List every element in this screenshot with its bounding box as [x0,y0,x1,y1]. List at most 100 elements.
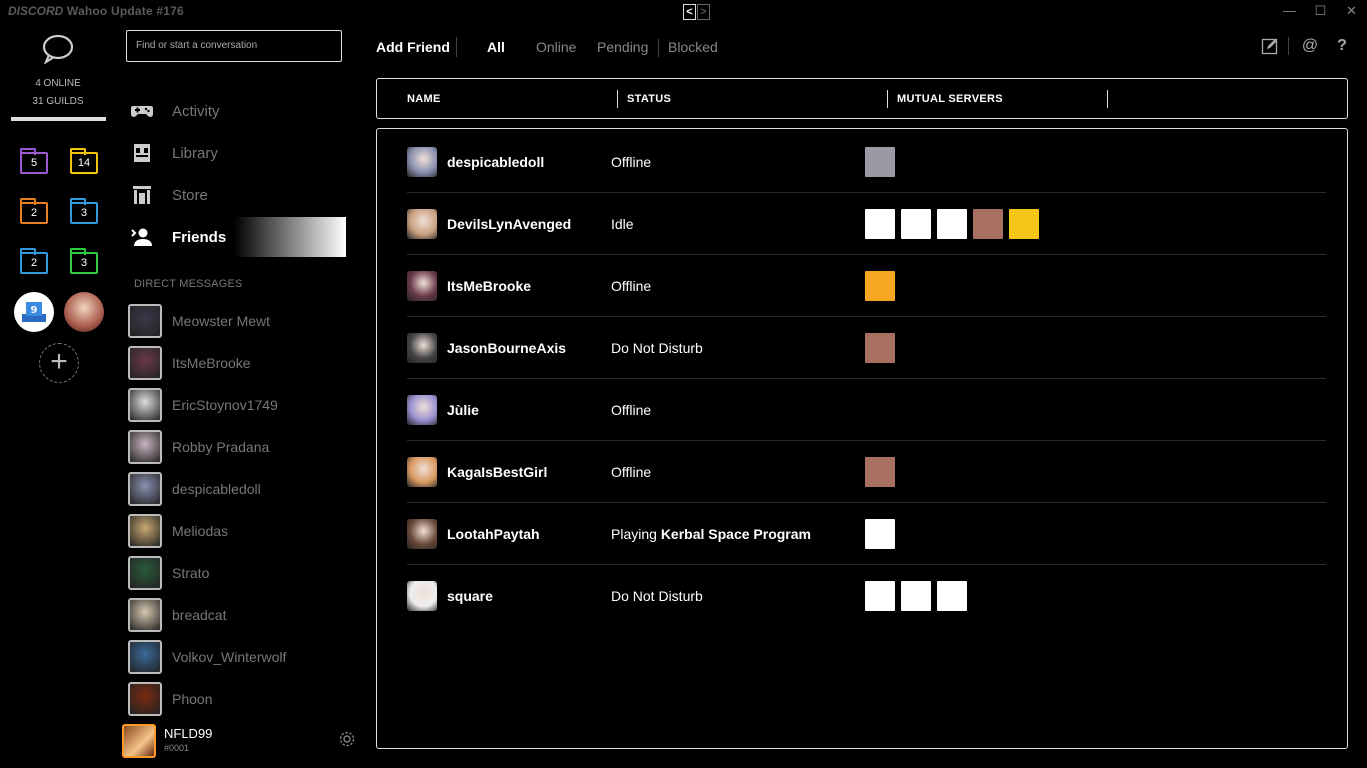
username: NFLD99 [164,726,213,741]
friend-row[interactable]: KagaIsBestGirl Offline [407,441,1326,503]
friend-row[interactable]: DevilsLynAvenged Idle [407,193,1326,255]
friends-table-header: NAME STATUS MUTUAL SERVERS [376,78,1348,119]
mutual-server-icon[interactable] [865,519,895,549]
nav-friends[interactable]: Friends [130,217,346,257]
mutual-server-icon[interactable] [937,209,967,239]
mutual-server-icon[interactable] [865,209,895,239]
friend-row[interactable]: LootahPaytah Playing Kerbal Space Program [407,503,1326,565]
user-avatar[interactable] [122,724,156,758]
friend-avatar [407,147,437,177]
friend-avatar [407,519,437,549]
back-button[interactable]: < [683,4,696,20]
channel-sidebar: Find or start a conversation Activity Li… [116,24,360,768]
mutual-servers [865,457,895,487]
header-divider [456,37,457,57]
dm-avatar [128,514,162,548]
tab-pending[interactable]: Pending [597,39,648,55]
dm-item[interactable]: Meliodas [128,514,228,548]
guild-folder[interactable]: 3 [70,248,98,274]
friend-row[interactable]: JasonBourneAxis Do Not Disturb [407,317,1326,379]
add-friend-button[interactable]: Add Friend [376,39,450,55]
nav-library[interactable]: Library [130,133,346,173]
friend-row[interactable]: Jùlie Offline [407,379,1326,441]
friend-name: JasonBourneAxis [447,340,567,356]
tab-blocked[interactable]: Blocked [668,39,718,55]
dm-item[interactable]: Robby Pradana [128,430,269,464]
column-name[interactable]: NAME [407,93,441,105]
friend-status: Offline [611,154,651,170]
column-divider [617,90,618,108]
friend-row[interactable]: despicabledoll Offline [407,131,1326,193]
guild-folder[interactable]: 2 [20,248,48,274]
gamepad-icon [131,106,153,117]
status-text: Offline [611,464,652,480]
column-divider [1107,90,1108,108]
maximize-button[interactable]: ☐ [1305,0,1336,22]
mutual-server-icon[interactable] [865,581,895,611]
dm-item[interactable]: breadcat [128,598,226,632]
friend-row[interactable]: ItsMeBrooke Offline [407,255,1326,317]
guild-folder[interactable]: 3 [70,198,98,224]
mutual-server-icon[interactable] [865,147,895,177]
help-icon[interactable]: ? [1333,37,1351,55]
guild-folder[interactable]: 5 [20,148,48,174]
dm-item[interactable]: Phoon [128,682,212,716]
mutual-servers [865,581,967,611]
mutual-server-icon[interactable] [901,209,931,239]
active-highlight [234,217,346,257]
direct-messages-home-icon[interactable] [41,34,75,64]
guild-icon[interactable] [64,292,104,332]
add-guild-button[interactable]: + [39,343,79,383]
dm-item[interactable]: ItsMeBrooke [128,346,251,380]
friend-row[interactable]: square Do Not Disturb [407,565,1326,627]
forward-button[interactable]: > [697,4,710,20]
friend-name: DevilsLynAvenged [447,216,572,232]
mutual-server-icon[interactable] [901,271,931,301]
mutual-servers [865,519,931,549]
mutual-servers [865,147,895,177]
new-group-dm-icon[interactable] [1261,37,1279,55]
dm-avatar [128,556,162,590]
mutual-server-icon[interactable] [865,333,895,363]
window-title: DISCORD Wahoo Update #176 [8,4,184,18]
dm-avatar [128,304,162,338]
minimize-button[interactable]: — [1274,0,1305,22]
close-button[interactable]: ✕ [1336,0,1367,22]
friend-name: despicabledoll [447,154,545,170]
search-input[interactable]: Find or start a conversation [126,30,342,62]
friend-status: Idle [611,216,634,232]
column-mutual-servers[interactable]: MUTUAL SERVERS [897,93,1003,105]
guild-folder[interactable]: 14 [70,148,98,174]
settings-gear-icon[interactable] [338,730,356,748]
nav-activity[interactable]: Activity [130,91,346,131]
folder-count: 3 [80,257,88,269]
friend-status: Offline [611,402,651,418]
dm-header: DIRECT MESSAGES [134,278,243,290]
dm-item[interactable]: Meowster Mewt [128,304,270,338]
friend-avatar [407,271,437,301]
mutual-server-icon[interactable] [937,581,967,611]
tab-all[interactable]: All [487,39,505,55]
tab-online[interactable]: Online [536,39,576,55]
mutual-server-icon[interactable] [901,581,931,611]
nav-label: Friends [172,228,227,246]
dm-item[interactable]: EricStoynov1749 [128,388,278,422]
dm-item[interactable]: despicabledoll [128,472,261,506]
dm-item[interactable]: Strato [128,556,209,590]
guild-count: 31 GUILDS [32,96,84,107]
nav-store[interactable]: Store [130,175,346,215]
mutual-server-icon[interactable] [865,271,895,301]
mutual-server-icon[interactable] [973,209,1003,239]
online-count: 4 ONLINE [35,78,81,89]
mentions-icon[interactable]: @ [1301,37,1319,55]
guild-folder[interactable]: 2 [20,198,48,224]
mutual-server-icon[interactable] [865,457,895,487]
mutual-server-icon[interactable] [901,519,931,549]
dm-name: ItsMeBrooke [172,355,251,371]
dm-avatar [128,346,162,380]
column-status[interactable]: STATUS [627,93,671,105]
guild-icon[interactable]: 9 [14,292,54,332]
mutual-server-icon[interactable] [1009,209,1039,239]
folder-count: 3 [80,207,88,219]
dm-item[interactable]: Volkov_Winterwolf [128,640,286,674]
